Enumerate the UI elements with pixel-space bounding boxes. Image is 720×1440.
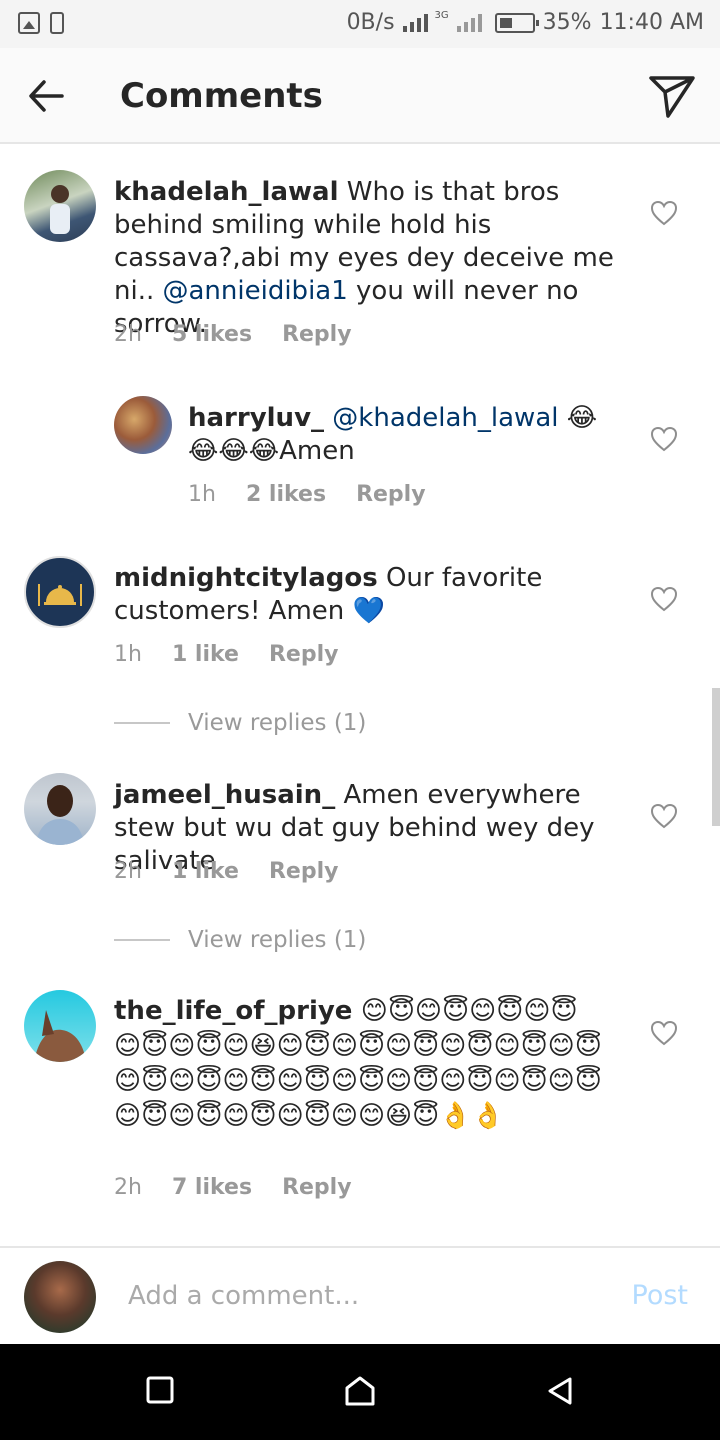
network-type: 3G (434, 10, 449, 21)
comment-username[interactable]: midnightcitylagos (114, 563, 378, 593)
battery-level: 35% (542, 10, 592, 35)
network-speed: 0B/s (346, 10, 395, 35)
comment-meta: 1h 2 likes Reply (188, 482, 456, 507)
comment-username[interactable]: jameel_husain_ (114, 780, 335, 810)
back-arrow-icon[interactable] (26, 76, 66, 116)
view-replies-button[interactable]: View replies (1) (114, 710, 366, 736)
comment-likes[interactable]: 7 likes (172, 1175, 252, 1200)
reply-button[interactable]: Reply (282, 322, 352, 347)
comment-meta: 2h 5 likes Reply (114, 322, 382, 347)
post-button[interactable]: Post (632, 1280, 689, 1311)
mention-link[interactable]: @annieidibia1 (163, 276, 348, 306)
divider (114, 939, 170, 941)
app-header: Comments (0, 48, 720, 144)
avatar[interactable] (24, 990, 96, 1062)
comment-likes[interactable]: 2 likes (246, 482, 326, 507)
comment-likes[interactable]: 1 like (172, 859, 239, 884)
avatar[interactable] (24, 556, 96, 628)
avatar[interactable] (24, 170, 96, 242)
status-bar: 0B/s 3G 35% 11:40 AM (0, 0, 720, 48)
comment-likes[interactable]: 5 likes (172, 322, 252, 347)
scrollbar[interactable] (712, 688, 720, 826)
clock: 11:40 AM (599, 10, 704, 35)
reply-button[interactable]: Reply (356, 482, 426, 507)
battery-saver-icon (50, 12, 64, 34)
like-heart-icon[interactable] (650, 586, 678, 612)
comment-meta: 2h 1 like Reply (114, 859, 368, 884)
home-icon[interactable] (344, 1376, 376, 1406)
comment-composer: Post (0, 1246, 720, 1344)
comment-time: 1h (188, 482, 216, 507)
comment-likes[interactable]: 1 like (172, 642, 239, 667)
comment-username[interactable]: the_life_of_priye (114, 996, 352, 1026)
recent-apps-icon[interactable] (146, 1376, 174, 1404)
gallery-notification-icon (18, 12, 40, 34)
divider (114, 722, 170, 724)
comment-time: 1h (114, 642, 142, 667)
reply-button[interactable]: Reply (269, 642, 339, 667)
comment-meta: 2h 7 likes Reply (114, 1175, 382, 1200)
comment-input[interactable] (128, 1276, 588, 1316)
back-icon[interactable] (546, 1376, 574, 1406)
mention-link[interactable]: @khadelah_lawal (332, 403, 558, 433)
send-direct-icon[interactable] (648, 74, 696, 120)
system-navigation-bar (0, 1344, 720, 1440)
comment-time: 2h (114, 859, 142, 884)
avatar[interactable] (114, 396, 172, 454)
reply-button[interactable]: Reply (282, 1175, 352, 1200)
view-replies-label: View replies (1) (188, 927, 367, 953)
comment-username[interactable]: harryluv_ (188, 403, 324, 433)
avatar[interactable] (24, 773, 96, 845)
like-heart-icon[interactable] (650, 426, 678, 452)
view-replies-label: View replies (1) (188, 710, 367, 736)
like-heart-icon[interactable] (650, 1020, 678, 1046)
signal-icon-2 (456, 12, 487, 34)
battery-icon (494, 12, 539, 33)
signal-icon (402, 12, 433, 34)
comment-meta: 1h 1 like Reply (114, 642, 368, 667)
reply-button[interactable]: Reply (269, 859, 339, 884)
page-title: Comments (120, 76, 323, 116)
current-user-avatar (24, 1261, 96, 1333)
comment-username[interactable]: khadelah_lawal (114, 177, 339, 207)
comment-time: 2h (114, 322, 142, 347)
like-heart-icon[interactable] (650, 200, 678, 226)
like-heart-icon[interactable] (650, 803, 678, 829)
comment-time: 2h (114, 1175, 142, 1200)
view-replies-button[interactable]: View replies (1) (114, 927, 366, 953)
